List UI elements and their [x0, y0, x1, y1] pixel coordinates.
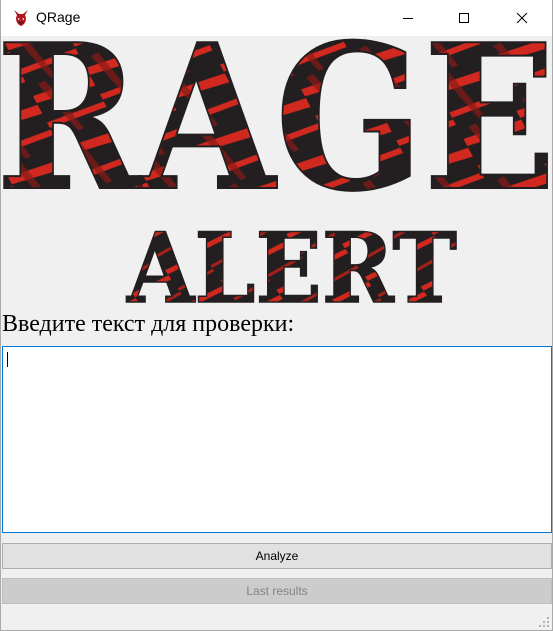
- text-caret: [7, 352, 8, 367]
- resize-grip-icon[interactable]: [538, 616, 550, 628]
- app-window: QRage RAGE ALERT Введите текст для прове…: [0, 0, 553, 631]
- title-bar[interactable]: QRage: [1, 0, 552, 36]
- banner-rage-text: RAGE: [1, 36, 552, 236]
- text-input-area[interactable]: [2, 346, 552, 533]
- close-icon: [516, 12, 528, 24]
- minimize-icon: [403, 18, 413, 19]
- maximize-icon: [459, 13, 469, 23]
- prompt-label: Введите текст для проверки:: [2, 311, 295, 337]
- devil-head-icon: [14, 10, 28, 26]
- last-results-button[interactable]: Last results: [2, 578, 552, 604]
- analyze-button[interactable]: Analyze: [2, 543, 552, 569]
- status-bar: [1, 606, 552, 630]
- rage-alert-banner: RAGE ALERT: [1, 36, 552, 306]
- close-button[interactable]: [499, 0, 545, 36]
- minimize-button[interactable]: [385, 0, 431, 36]
- window-title: QRage: [36, 9, 81, 25]
- banner-alert-text: ALERT: [126, 212, 457, 306]
- maximize-button[interactable]: [441, 0, 487, 36]
